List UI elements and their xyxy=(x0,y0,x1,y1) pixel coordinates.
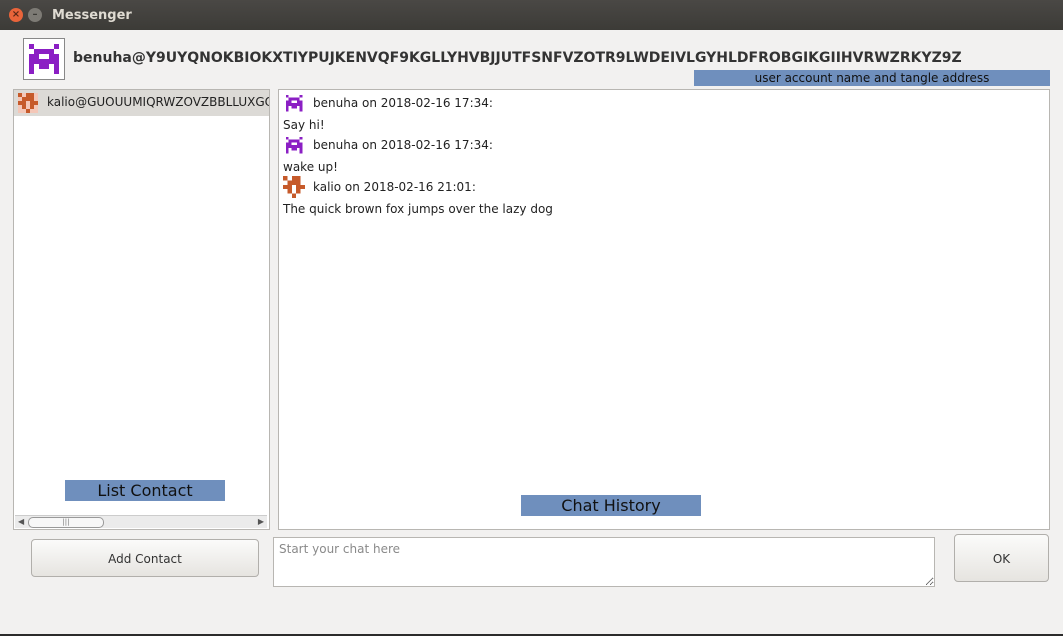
window-title: Messenger xyxy=(52,8,132,23)
contact-name: kalio@GUOUUMIQRWZOVZBBLLUXGO xyxy=(47,95,270,109)
chat-history-annotation: Chat History xyxy=(521,495,701,516)
messenger-window: × – Messenger benuha@Y9UYQNOKBIOKXTIYPUJ… xyxy=(0,0,1063,634)
chat-input[interactable] xyxy=(273,537,935,587)
purple-pixel-avatar-icon xyxy=(283,92,305,114)
message-text: wake up! xyxy=(283,160,338,174)
minimize-window-button[interactable]: – xyxy=(28,8,42,22)
message-sender: benuha on 2018-02-16 17:34: xyxy=(313,138,493,152)
contact-list-scrollbar[interactable]: ◀ ||| ▶ xyxy=(15,515,267,528)
contact-list[interactable]: kalio@GUOUUMIQRWZOVZBBLLUXGO ◀ ||| ▶ xyxy=(13,89,270,530)
title-bar: × – Messenger xyxy=(0,0,1063,30)
message-sender: benuha on 2018-02-16 17:34: xyxy=(313,96,493,110)
orange-pixel-avatar-icon xyxy=(283,176,305,198)
chat-history: benuha on 2018-02-16 17:34: Say hi! benu… xyxy=(278,89,1050,530)
add-contact-button[interactable]: Add Contact xyxy=(31,539,259,577)
account-address: benuha@Y9UYQNOKBIOKXTIYPUJKENVQF9KGLLYHV… xyxy=(73,50,962,66)
scroll-right-icon[interactable]: ▶ xyxy=(258,516,264,528)
contact-avatar-icon xyxy=(18,93,38,113)
message-text: Say hi! xyxy=(283,118,325,132)
account-annotation: user account name and tangle address xyxy=(694,70,1050,86)
scroll-left-icon[interactable]: ◀ xyxy=(18,516,24,528)
user-avatar-icon xyxy=(23,38,65,80)
close-window-button[interactable]: × xyxy=(9,8,23,22)
message-text: The quick brown fox jumps over the lazy … xyxy=(283,202,553,216)
message-sender: kalio on 2018-02-16 21:01: xyxy=(313,180,476,194)
scrollbar-thumb[interactable]: ||| xyxy=(28,517,104,528)
contact-list-annotation: List Contact xyxy=(65,480,225,501)
ok-button[interactable]: OK xyxy=(954,534,1049,582)
contact-list-item[interactable]: kalio@GUOUUMIQRWZOVZBBLLUXGO xyxy=(14,90,269,116)
purple-pixel-avatar-icon xyxy=(283,134,305,156)
